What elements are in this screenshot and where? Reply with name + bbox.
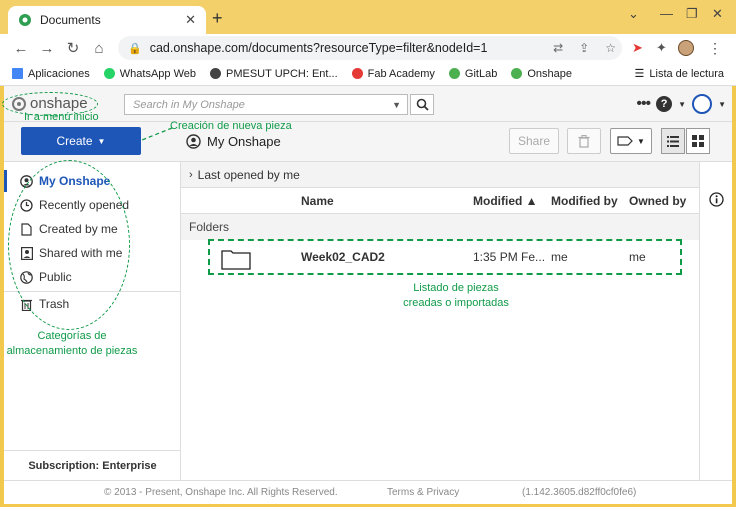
annotation-row-rect xyxy=(208,239,682,275)
extensions-puzzle-icon[interactable]: ✦ xyxy=(656,38,667,58)
delete-button[interactable] xyxy=(567,128,601,154)
bookmark-item[interactable]: Aplicaciones xyxy=(12,68,90,80)
fab-academy-icon xyxy=(351,68,363,79)
annotation-nueva-pieza: Creación de nueva pieza xyxy=(170,120,292,132)
close-window-icon[interactable]: ✕ xyxy=(712,6,723,22)
label-dropdown-icon: ▼ xyxy=(637,136,645,146)
profile-avatar-icon[interactable] xyxy=(678,38,694,58)
page-title: My Onshape xyxy=(186,134,281,149)
browser-tabstrip: Documents ✕ + ⌄ — ❐ ✕ xyxy=(0,0,736,34)
annotation-categorias: Categorías de almacenamiento de piezas xyxy=(6,330,138,357)
share-page-icon[interactable]: ⇪ xyxy=(579,41,589,55)
create-button[interactable]: Create ▼ xyxy=(21,127,141,155)
onshape-favicon-icon xyxy=(19,14,31,26)
maximize-icon[interactable]: ❐ xyxy=(686,6,698,22)
info-icon xyxy=(708,192,724,207)
reload-icon[interactable]: ↻ xyxy=(60,39,86,57)
terms-privacy-link[interactable]: Terms & Privacy xyxy=(387,487,459,498)
version-text: (1.142.3605.d82ff0cf0fe6) xyxy=(522,487,637,498)
column-header-modified[interactable]: Modified ▲ xyxy=(473,194,538,208)
browser-tab[interactable]: Documents ✕ xyxy=(8,6,206,34)
globe-icon xyxy=(210,68,221,79)
forward-icon[interactable]: → xyxy=(34,40,60,57)
bookmark-item[interactable]: GitLab xyxy=(448,68,497,80)
copyright-text: © 2013 - Present, Onshape Inc. All Right… xyxy=(104,487,338,498)
active-indicator xyxy=(4,170,7,192)
action-bar: Create ▼ My Onshape Share ▼ xyxy=(4,122,732,162)
create-dropdown-icon: ▼ xyxy=(97,136,106,146)
label-button[interactable]: ▼ xyxy=(610,128,652,154)
last-opened-filter[interactable]: › Last opened by me xyxy=(181,162,699,188)
onshape-icon xyxy=(511,68,523,79)
folders-section-header: Folders xyxy=(181,214,699,240)
close-tab-icon[interactable]: ✕ xyxy=(185,12,196,28)
translate-icon[interactable]: ⇄ xyxy=(553,41,563,55)
subscription-label: Subscription: Enterprise xyxy=(4,450,181,480)
search-dropdown-icon[interactable]: ▼ xyxy=(392,100,401,110)
back-icon[interactable]: ← xyxy=(8,40,34,57)
column-header-owned-by[interactable]: Owned by xyxy=(629,194,686,208)
bookmark-item[interactable]: Onshape xyxy=(511,68,572,80)
address-bar[interactable]: 🔒 cad.onshape.com/documents?resourceType… xyxy=(118,36,622,60)
bookmark-item[interactable]: PMESUT UPCH: Ent... xyxy=(210,68,338,80)
gitlab-icon xyxy=(448,68,460,79)
more-options-icon[interactable]: ••• xyxy=(636,95,651,113)
reading-list[interactable]: ☰ Lista de lectura xyxy=(634,67,724,81)
home-icon[interactable]: ⌂ xyxy=(86,40,112,57)
info-panel-toggle[interactable] xyxy=(699,162,732,480)
lock-icon: 🔒 xyxy=(128,42,142,55)
annotation-connector-line xyxy=(141,127,173,141)
whatsapp-icon xyxy=(103,68,115,79)
column-header-name[interactable]: Name xyxy=(301,194,334,208)
help-icon[interactable]: ? xyxy=(656,96,673,112)
browser-menu-icon[interactable]: ⋮ xyxy=(708,38,722,58)
new-tab-button[interactable]: + xyxy=(212,8,223,29)
chevron-down-icon[interactable]: ⌄ xyxy=(628,6,639,22)
document-list: › Last opened by me Name Modified ▲ Modi… xyxy=(181,162,699,480)
bookmark-item[interactable]: WhatsApp Web xyxy=(103,68,196,80)
reading-list-icon: ☰ xyxy=(634,68,645,80)
list-view-icon xyxy=(667,135,679,147)
tab-title: Documents xyxy=(40,13,101,27)
annotation-sidebar-ellipse xyxy=(8,160,130,330)
extension-flag-icon[interactable]: ➤ xyxy=(632,38,643,58)
bookmarks-bar: Aplicaciones WhatsApp Web PMESUT UPCH: E… xyxy=(0,62,736,86)
user-circle-icon xyxy=(186,134,201,149)
bookmark-item[interactable]: Fab Academy xyxy=(351,68,435,80)
minimize-icon[interactable]: — xyxy=(660,6,673,21)
trash-icon xyxy=(578,134,590,148)
search-icon xyxy=(416,98,429,111)
list-view-button[interactable] xyxy=(661,128,685,154)
app-footer: © 2013 - Present, Onshape Inc. All Right… xyxy=(4,480,732,504)
annotation-listado: Listado de piezas creadas o importadas xyxy=(403,282,509,309)
user-dropdown-icon[interactable]: ▼ xyxy=(718,100,726,109)
annotation-menu-inicio: Ir a menú inicio xyxy=(24,111,99,123)
column-header-modified-by[interactable]: Modified by xyxy=(551,194,618,208)
topbar-actions: ••• ? ▼ ▼ xyxy=(636,94,726,114)
chevron-right-icon: › xyxy=(189,168,193,181)
bookmark-star-icon[interactable]: ☆ xyxy=(605,41,616,55)
search-input[interactable]: Search in My Onshape ▼ xyxy=(124,94,408,115)
app-topbar: onshape Search in My Onshape ▼ ••• ? ▼ ▼ xyxy=(4,86,732,122)
help-dropdown-icon[interactable]: ▼ xyxy=(678,100,686,109)
browser-toolbar: ← → ↻ ⌂ 🔒 cad.onshape.com/documents?reso… xyxy=(0,34,736,62)
search-button[interactable] xyxy=(410,94,434,115)
share-button[interactable]: Share xyxy=(509,128,559,154)
grid-view-icon xyxy=(692,135,704,147)
apps-grid-icon xyxy=(12,68,23,79)
url-text: cad.onshape.com/documents?resourceType=f… xyxy=(149,41,488,55)
user-avatar-icon[interactable] xyxy=(692,94,713,114)
tag-icon xyxy=(617,136,633,146)
grid-view-button[interactable] xyxy=(686,128,710,154)
